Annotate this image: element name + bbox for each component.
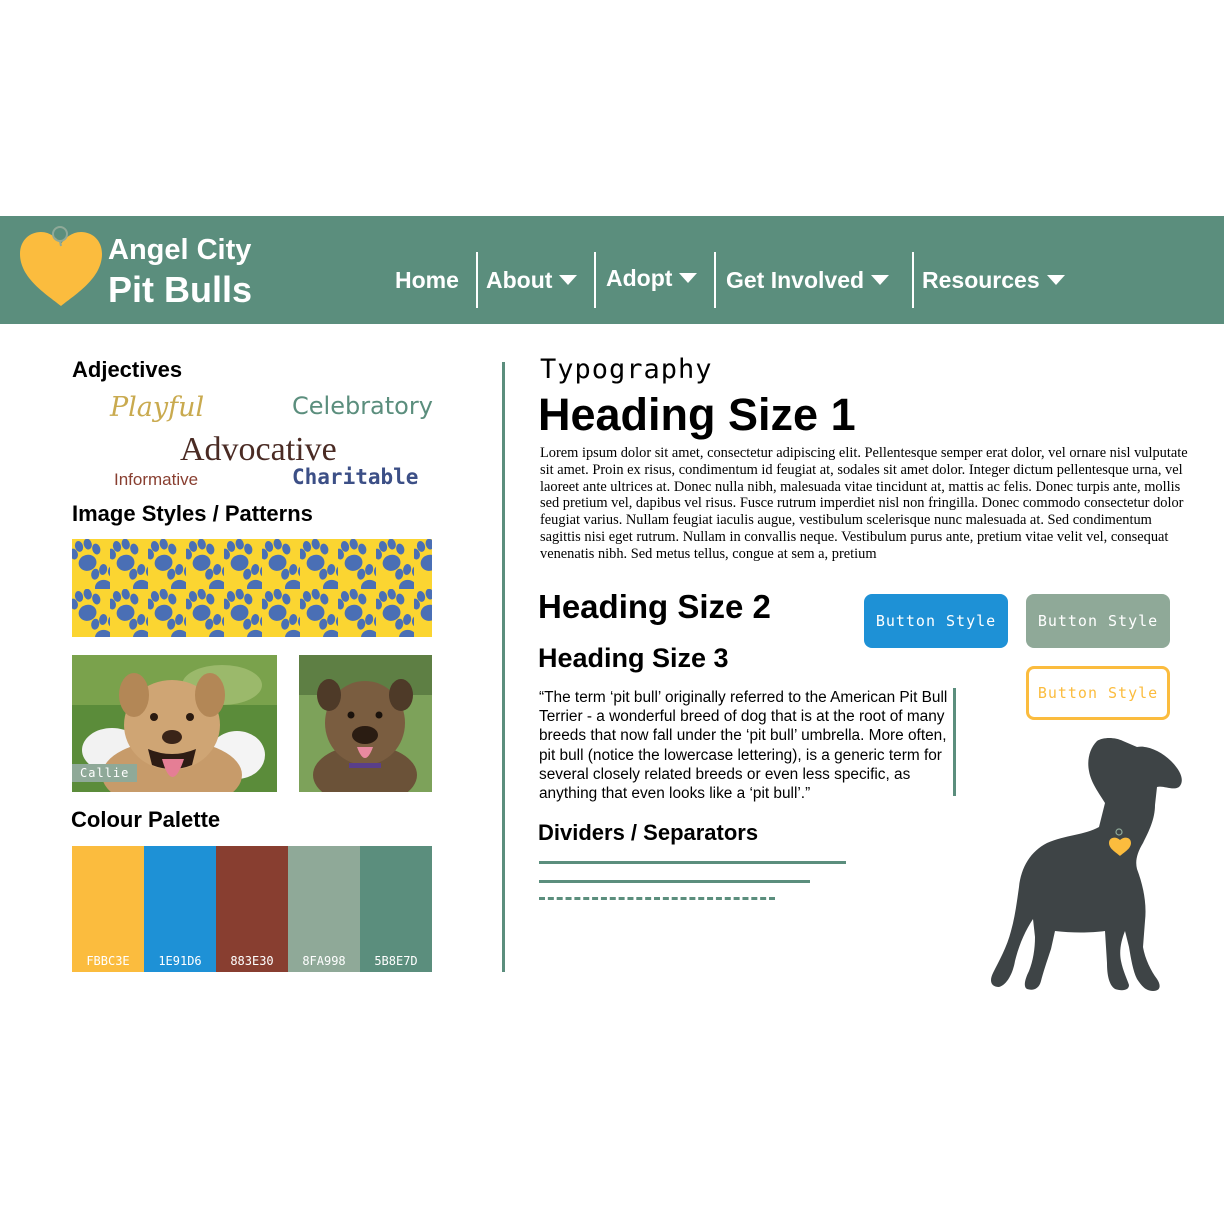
caret-down-icon: [871, 274, 890, 285]
nav-about-label: About: [486, 267, 553, 293]
swatch-label: 1E91D6: [158, 954, 202, 968]
button-style-outline[interactable]: Button Style: [1026, 666, 1170, 720]
nav-separator: [476, 252, 478, 308]
swatch-label: 883E30: [230, 954, 274, 968]
divider-double: [539, 880, 810, 883]
nav-resources[interactable]: Resources: [922, 252, 1065, 308]
logo-line-1: Angel City: [108, 234, 252, 266]
swatch-label: 5B8E7D: [374, 954, 418, 968]
nav-get-involved-label: Get Involved: [726, 267, 865, 293]
typography-title: Typography: [540, 354, 713, 385]
dividers-title: Dividers / Separators: [538, 820, 759, 845]
nav-resources-label: Resources: [922, 267, 1040, 293]
swatch-label: FBBC3E: [86, 954, 130, 968]
divider-dashed: [539, 897, 775, 900]
nav-get-involved[interactable]: Get Involved: [726, 252, 890, 308]
swatch-sage: 8FA998: [288, 846, 360, 972]
photo-dog-2: [299, 655, 432, 792]
dog-silhouette-icon: [991, 738, 1182, 991]
adjectives-title: Adjectives: [72, 357, 183, 382]
heart-tag-icon[interactable]: [16, 222, 106, 310]
caret-down-icon: [1046, 274, 1065, 285]
swatch-green: 5B8E7D: [360, 846, 432, 972]
blockquote-sample: “The term ‘pit bull’ originally referred…: [539, 689, 948, 803]
button-style-primary[interactable]: Button Style: [864, 594, 1008, 648]
column-divider: [502, 362, 505, 972]
nav-home-label: Home: [395, 267, 459, 293]
swatch-blue: 1E91D6: [144, 846, 216, 972]
heading-size-2: Heading Size 2: [538, 588, 771, 625]
swatch-label: 8FA998: [302, 954, 346, 968]
adjective-celebratory: Celebratory: [292, 392, 433, 420]
body-text-sample: Lorem ipsum dolor sit amet, consectetur …: [540, 445, 1188, 562]
divider-solid: [539, 861, 846, 864]
adjective-playful: Playful: [110, 392, 205, 423]
colour-palette: FBBC3E 1E91D6 883E30 8FA998 5B8E7D: [72, 846, 432, 972]
photo-callie: Callie: [72, 655, 277, 792]
button-style-secondary[interactable]: Button Style: [1026, 594, 1170, 648]
swatch-rust: 883E30: [216, 846, 288, 972]
caret-down-icon: [559, 274, 578, 285]
adjective-advocative: Advocative: [180, 431, 337, 468]
adjective-charitable: Charitable: [292, 465, 419, 489]
caret-down-icon: [679, 272, 698, 283]
heading-size-1: Heading Size 1: [538, 389, 856, 440]
colour-palette-title: Colour Palette: [71, 807, 221, 832]
nav-adopt-label: Adopt: [606, 265, 673, 291]
nav-separator: [594, 252, 596, 308]
photo-caption: Callie: [72, 764, 138, 782]
blockquote-bar: [953, 688, 956, 796]
logo-line-2: Pit Bulls: [108, 269, 253, 310]
heading-size-3: Heading Size 3: [538, 643, 729, 673]
swatch-yellow: FBBC3E: [72, 846, 144, 972]
nav-separator: [714, 252, 716, 308]
nav-home[interactable]: Home: [395, 252, 459, 308]
nav-separator: [912, 252, 914, 308]
paw-print-pattern: [72, 539, 432, 637]
site-logo[interactable]: Angel City Pit Bulls: [108, 232, 252, 312]
image-styles-title: Image Styles / Patterns: [72, 501, 313, 526]
adjective-informative: Informative: [114, 470, 199, 489]
nav-adopt[interactable]: Adopt: [606, 250, 698, 306]
dog-photo-brindle: [299, 655, 432, 792]
nav-about[interactable]: About: [486, 252, 578, 308]
